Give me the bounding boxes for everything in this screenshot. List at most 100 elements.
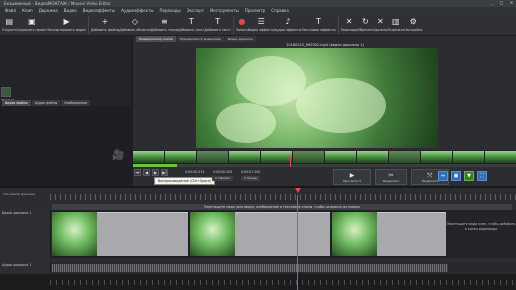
film-frame [421, 151, 452, 163]
audio-track-header[interactable]: Аудио дорожка 1 [0, 262, 51, 274]
timecode-end-value: 0:00:07.200 [240, 170, 261, 174]
timeline-playhead[interactable] [297, 195, 298, 290]
toolbar-button[interactable]: ▤ Открыть [2, 14, 17, 36]
toolbar-button-label: Аудио эффекты [274, 28, 302, 32]
toolbar-button[interactable]: + Добавить файлы [91, 14, 119, 36]
audio-track[interactable] [52, 262, 516, 274]
set-start-button[interactable]: Начало [212, 176, 233, 181]
toolbar-button[interactable]: ≡ Добавить титры [151, 14, 178, 36]
minimize-icon[interactable]: _ [489, 1, 494, 5]
filmstrip[interactable] [133, 150, 516, 164]
menu-track[interactable]: Дорожка [36, 8, 61, 13]
toolbar-button[interactable]: ▣ Сохранить проект [17, 14, 48, 36]
snapshot-icon[interactable]: ▣ [451, 171, 461, 181]
film-frame [261, 151, 292, 163]
preview-icon: ▶ [349, 171, 355, 179]
menu-view[interactable]: Просмотр [242, 8, 269, 13]
fullscreen-icon[interactable]: ⛶ [477, 171, 487, 181]
video-clip[interactable] [332, 212, 446, 256]
timecode-current-value: 0:00:00.513 [185, 170, 205, 174]
media-panel: 752.mp4 Видео файлы Аудио файлы Изображе… [0, 36, 133, 186]
clip-thumbnail [190, 212, 235, 256]
toolbar-button[interactable]: ▶ Экспортировать видео [47, 14, 86, 36]
toolbar-button[interactable]: ☰ Видео эффекты [248, 14, 275, 36]
settings-icon: ⚙ [409, 17, 417, 26]
footer-ruler [50, 280, 516, 285]
menu-file[interactable]: Файл [2, 8, 19, 13]
scrub-bar[interactable] [133, 156, 516, 167]
video-clip[interactable] [52, 212, 188, 256]
add-to-timeline-icon[interactable]: ▼ [464, 171, 474, 181]
split-clip-button[interactable]: ✂ Разделить [375, 169, 407, 185]
video-preview [196, 48, 438, 148]
video-clip[interactable] [190, 212, 330, 256]
toolbar-button[interactable]: ↻ Обрезать [358, 14, 374, 36]
marker-dot-icon [244, 177, 247, 179]
toolbar-button[interactable]: ✕ Переходы [341, 14, 358, 36]
toolbar-button-label: Текстовые эффекты [301, 28, 336, 32]
film-frame [357, 151, 388, 163]
split-track-label: Разделить [421, 178, 439, 183]
toolbar-button[interactable]: ▥ Разрезать [387, 14, 404, 36]
playhead-handle[interactable] [295, 188, 301, 193]
prev-frame-icon[interactable]: ◀ [143, 169, 150, 176]
fit-icon[interactable]: ⇔ [438, 171, 448, 181]
media-thumbnail[interactable] [1, 87, 11, 97]
clip-body [97, 212, 188, 256]
menu-transitions[interactable]: Переходы [157, 8, 184, 13]
set-end-button[interactable]: Конец [241, 176, 260, 181]
toolbar-button[interactable]: ✕ Удалить [373, 14, 387, 36]
clip-actions: ▶ Просмотр ▾ ✂ Разделить ⤲ Разделить [333, 169, 449, 185]
go-start-icon[interactable]: ⏮ [134, 169, 141, 176]
menu-video-effects[interactable]: Видеоэффекты [80, 8, 118, 13]
toolbar-button[interactable]: ⚙ Настройки [404, 14, 422, 36]
play-icon[interactable]: ▶ [152, 169, 159, 176]
clip-thumbnail [332, 212, 377, 256]
drop-at-end-zone[interactable]: Перетащите сюда клип, чтобы добавить в к… [446, 210, 516, 258]
menu-clip[interactable]: Клип [19, 8, 36, 13]
video-track-header[interactable]: Видео дорожка 1 [0, 210, 51, 258]
toolbar-button-label: Разрезать [387, 28, 405, 32]
film-frame [485, 151, 516, 163]
toolbar-button[interactable]: T Добавить текст [205, 14, 231, 36]
toolbar-button-label: Открыть [2, 28, 17, 32]
delete-icon: ✕ [376, 17, 384, 26]
main-toolbar: ▤ Открыть ▣ Сохранить проект ▶ Экспортировать… [0, 14, 516, 36]
preview-button[interactable]: ▶ Просмотр ▾ [333, 169, 371, 185]
close-icon[interactable]: ✕ [509, 1, 514, 5]
toolbar-button-label: Удалить [373, 28, 388, 32]
video-effects-icon: ☰ [257, 17, 265, 26]
film-frame [453, 151, 484, 163]
export-icon: ▶ [63, 17, 70, 26]
toolbar-button[interactable]: ◇ Добавить объекты [119, 14, 151, 36]
maximize-icon[interactable]: □ [499, 1, 504, 5]
menu-tools[interactable]: Инструменты [207, 8, 242, 13]
clip-body [377, 212, 446, 256]
toolbar-button[interactable]: T Добавить текст [178, 14, 204, 36]
toolbar-button-label: Добавить файлы [90, 28, 120, 32]
toolbar-button-label: Видео эффекты [247, 28, 275, 32]
scrub-marker[interactable] [290, 156, 291, 167]
next-frame-icon[interactable]: ▶| [161, 169, 168, 176]
preview-label: Просмотр ▾ [343, 178, 361, 183]
play-controls: ⏮ ◀ ▶ ▶| [134, 169, 168, 176]
video-track-name: Видео дорожка 1 [2, 211, 32, 215]
media-list[interactable] [0, 106, 133, 186]
timecode-current: 0:00:00.513 [185, 170, 204, 181]
toolbar-button[interactable]: ● Запись [236, 14, 248, 36]
scrub-fill [133, 164, 177, 167]
record-icon: ● [238, 17, 246, 26]
toolbar-button[interactable]: ♪ Аудио эффекты [275, 14, 302, 36]
menu-export[interactable]: Экспорт [184, 8, 207, 13]
toolbar-separator [87, 16, 89, 34]
transitions-icon: ✕ [345, 17, 353, 26]
toolbar-button[interactable]: T Текстовые эффекты [301, 14, 335, 36]
audio-waveform [52, 264, 448, 272]
timeline-ruler[interactable]: Тип клипа/ дорожка [0, 188, 516, 204]
zoom-controls: ⇔ ▣ ▼ ⛶ [438, 171, 487, 181]
menu-audio-effects[interactable]: Аудиоэффекты [118, 8, 156, 13]
timecode-start: 0:00:00.000 Начало [212, 170, 233, 181]
menu-video[interactable]: Видео [61, 8, 80, 13]
menu-help[interactable]: Справка [268, 8, 292, 13]
film-frame [133, 151, 164, 163]
